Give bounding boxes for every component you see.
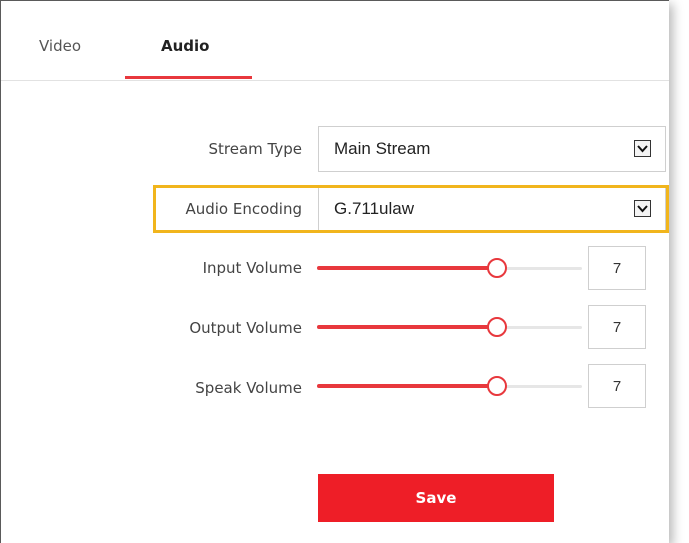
output-volume-slider[interactable] <box>317 317 582 337</box>
audio-encoding-label: Audio Encoding <box>185 200 302 218</box>
slider-handle[interactable] <box>487 258 508 278</box>
stream-type-select[interactable]: Main Stream <box>318 126 666 172</box>
input-volume-label: Input Volume <box>202 259 302 277</box>
audio-encoding-value: G.711ulaw <box>334 199 415 218</box>
tab-audio[interactable]: Audio <box>161 37 209 55</box>
chevron-down-icon[interactable] <box>634 140 651 157</box>
chevron-down-icon[interactable] <box>634 200 651 217</box>
tab-bar: Video Audio <box>1 1 669 81</box>
speak-volume-label: Speak Volume <box>195 379 302 397</box>
active-tab-indicator <box>125 76 252 79</box>
audio-encoding-select[interactable]: G.711ulaw <box>318 186 666 232</box>
slider-fill <box>317 384 498 388</box>
speak-volume-input[interactable] <box>588 364 646 408</box>
stream-type-label: Stream Type <box>208 140 303 158</box>
speak-volume-slider[interactable] <box>317 376 582 396</box>
stream-type-value: Main Stream <box>334 139 431 158</box>
slider-fill <box>317 325 498 329</box>
output-volume-input[interactable] <box>588 305 646 349</box>
output-volume-label: Output Volume <box>189 319 302 337</box>
audio-settings-panel: Video Audio Stream Type Main Stream Audi… <box>0 0 669 543</box>
slider-handle[interactable] <box>487 376 508 396</box>
input-volume-slider[interactable] <box>317 258 582 278</box>
input-volume-input[interactable] <box>588 246 646 290</box>
slider-fill <box>317 266 498 270</box>
save-button[interactable]: Save <box>318 474 554 522</box>
slider-handle[interactable] <box>487 317 508 337</box>
tab-video[interactable]: Video <box>39 37 81 55</box>
